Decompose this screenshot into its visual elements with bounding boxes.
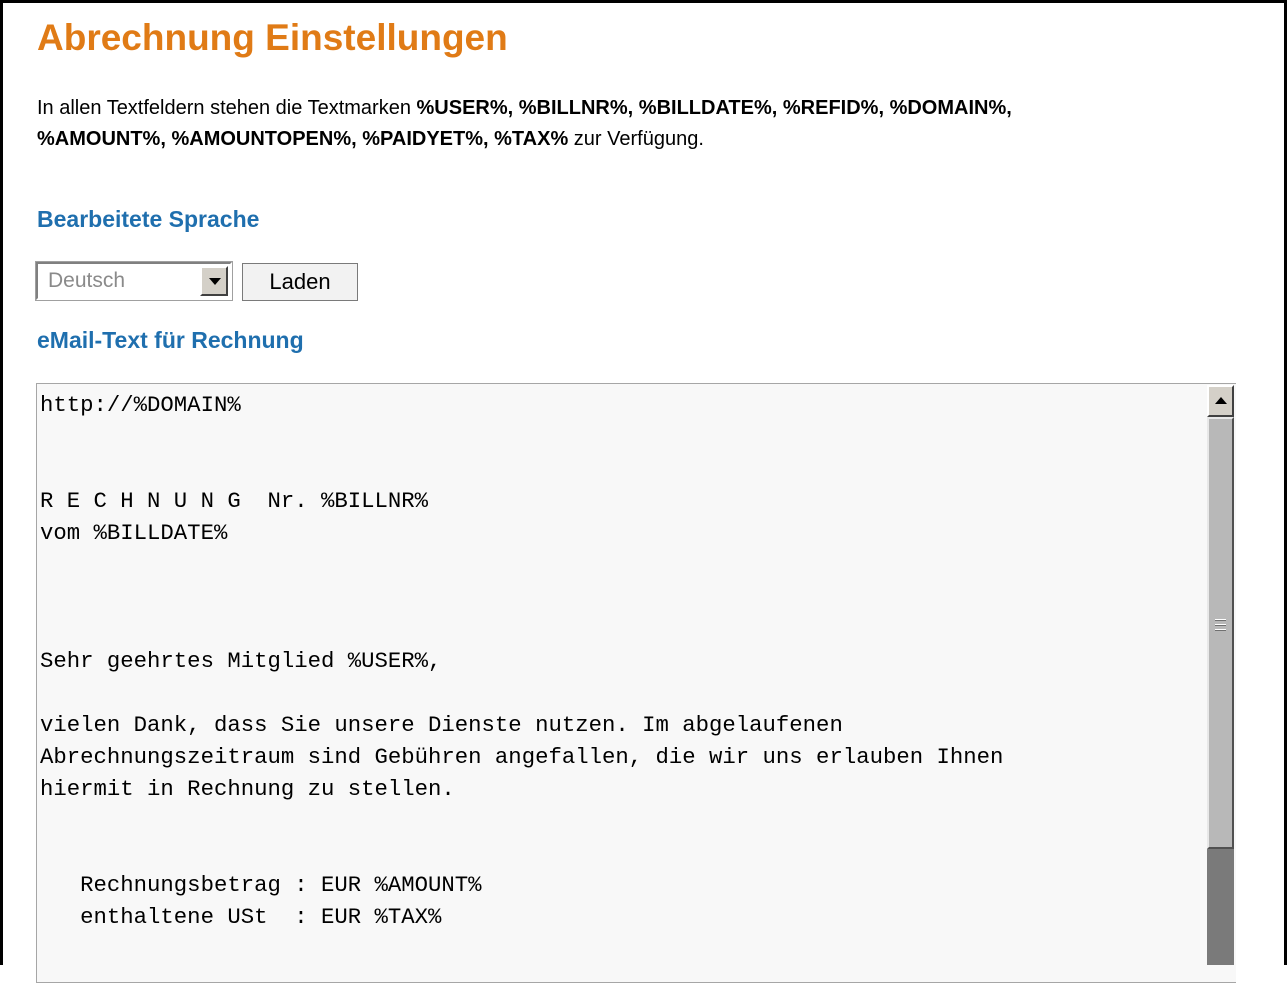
marker: %USER% (416, 97, 508, 119)
intro-text: In allen Textfeldern stehen die Textmark… (37, 97, 1012, 150)
intro-suffix: zur Verfügung. (568, 128, 704, 150)
scrollbar-thumb[interactable] (1207, 417, 1234, 849)
marker: %AMOUNTOPEN% (171, 128, 352, 150)
marker: %AMOUNT% (37, 128, 161, 150)
email-text-content[interactable]: http://%DOMAIN% R E C H N U N G Nr. %BIL… (40, 389, 1205, 933)
email-section-heading: eMail-Text für Rechnung (37, 327, 304, 353)
load-button[interactable]: Laden (242, 263, 358, 301)
chevron-down-icon[interactable] (200, 266, 228, 296)
marker: %BILLDATE% (638, 97, 772, 119)
marker: %REFID% (782, 97, 879, 119)
marker: %TAX% (494, 128, 569, 150)
marker: %DOMAIN% (889, 97, 1007, 119)
language-select[interactable]: Deutsch (35, 261, 233, 301)
marker: %BILLNR% (518, 97, 628, 119)
language-select-value: Deutsch (48, 269, 126, 292)
language-section-heading: Bearbeitete Sprache (37, 206, 260, 232)
arrow-up-icon[interactable] (1207, 385, 1234, 417)
email-text-area[interactable]: http://%DOMAIN% R E C H N U N G Nr. %BIL… (36, 383, 1236, 983)
scrollbar[interactable] (1207, 385, 1234, 965)
intro-prefix: In allen Textfeldern stehen die Textmark… (37, 97, 417, 119)
marker: %PAIDYET% (362, 128, 484, 150)
page-title: Abrechnung Einstellungen (37, 17, 508, 58)
